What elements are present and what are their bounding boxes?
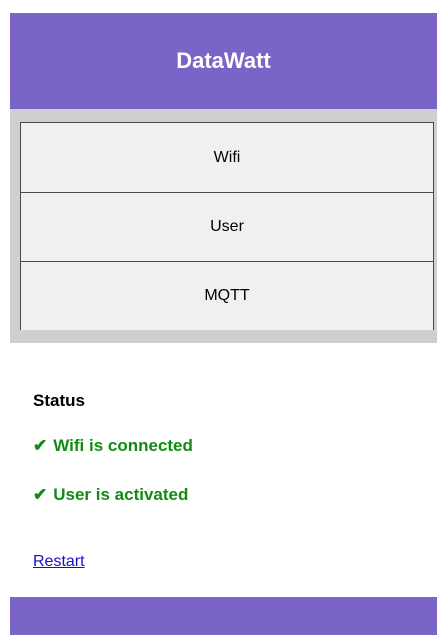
app-title: DataWatt <box>176 48 271 73</box>
status-title: Status <box>33 391 85 410</box>
nav-item-mqtt[interactable]: MQTT <box>21 261 433 330</box>
nav-panel: Wifi User MQTT <box>10 109 437 343</box>
nav-item-wifi[interactable]: Wifi <box>21 123 433 192</box>
check-icon: ✔ <box>33 436 48 455</box>
status-user-text: User is activated <box>53 485 189 504</box>
check-icon: ✔ <box>33 485 48 504</box>
restart-link[interactable]: Restart <box>33 553 85 571</box>
nav-menu: Wifi User MQTT <box>20 122 434 330</box>
nav-item-user[interactable]: User <box>21 192 433 261</box>
status-section: Status ✔ Wifi is connected ✔ User is activ… <box>33 389 413 504</box>
status-wifi-connected: ✔ Wifi is connected <box>33 434 193 458</box>
status-user-activated: ✔ User is activated <box>33 483 188 507</box>
app-footer <box>10 597 437 635</box>
app-header: DataWatt <box>10 13 437 109</box>
status-wifi-text: Wifi is connected <box>53 436 193 455</box>
page: DataWatt Wifi User MQTT Status ✔ Wifi is … <box>0 0 437 635</box>
